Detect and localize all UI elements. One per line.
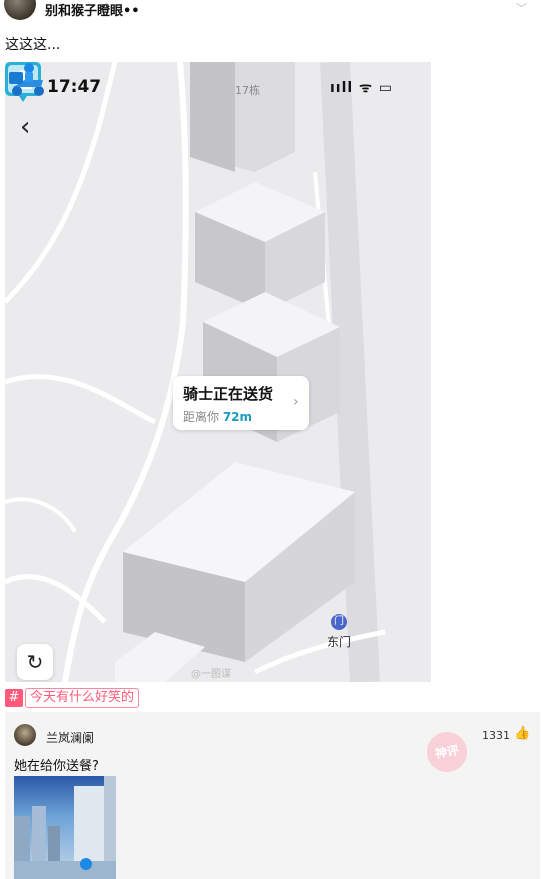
map-screenshot[interactable]: 17:47 ııll ᯤ ▭ ‹ 17栋 骑士正在送货 距离你 72m › 门 … (5, 62, 431, 682)
city-scene-image (14, 776, 116, 879)
comment-image[interactable] (14, 776, 116, 879)
rider-status-callout[interactable]: 骑士正在送货 距离你 72m › (173, 376, 309, 430)
username[interactable]: 别和猴子瞪眼•• (45, 0, 140, 19)
hashtag-icon: # (5, 689, 23, 707)
distance-prefix: 距离你 (183, 410, 223, 424)
topic-tag[interactable]: 今天有什么好笑的 (25, 688, 140, 708)
delivery-rider-icon (9, 63, 44, 96)
status-icons: ııll ᯤ ▭ (330, 80, 393, 96)
rider-distance: 距离你 72m (183, 408, 252, 425)
chevron-right-icon: › (293, 394, 299, 410)
user-avatar[interactable] (4, 0, 36, 20)
featured-comment: 兰岚澜阑 神评 1331 👍 她在给你送餐? (5, 712, 540, 879)
status-time: 17:47 (47, 77, 102, 97)
commenter-avatar[interactable] (14, 724, 36, 746)
rider-status-title: 骑士正在送货 (183, 385, 274, 403)
gate-marker-icon: 门 (331, 614, 347, 630)
thumbs-up-icon[interactable]: 👍 (514, 726, 530, 741)
chevron-down-icon[interactable]: ﹀ (516, 0, 527, 16)
comment-text: 她在给你送餐? (14, 759, 99, 774)
god-comment-stamp: 神评 (423, 728, 471, 776)
watermark: @一图谋 (191, 669, 231, 680)
gate-label: 东门 (327, 635, 352, 649)
commenter-name[interactable]: 兰岚澜阑 (46, 729, 94, 746)
post-text: 这这这... (5, 37, 61, 53)
map-illustration (5, 62, 386, 682)
refresh-button[interactable]: ↻ (17, 644, 53, 680)
distance-value: 72m (222, 410, 253, 424)
like-count: 1331 (482, 729, 510, 742)
post-header: 别和猴子瞪眼•• ﹀ (0, 0, 553, 22)
back-arrow-icon[interactable]: ‹ (20, 112, 30, 142)
building-label: 17栋 (235, 84, 260, 97)
